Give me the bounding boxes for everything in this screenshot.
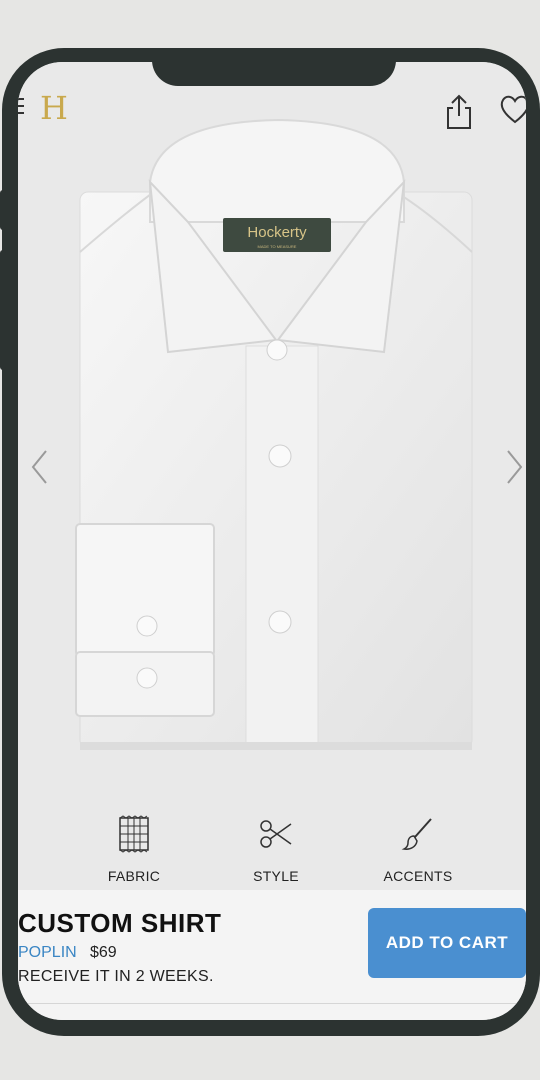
option-fabric[interactable]: FABRIC bbox=[74, 814, 194, 884]
brand-logo[interactable]: H bbox=[40, 92, 68, 124]
add-to-cart-button[interactable]: ADD TO CART bbox=[368, 908, 526, 978]
brand-label-text: Hockerty bbox=[247, 224, 307, 241]
phone-side-button bbox=[0, 190, 6, 230]
fabric-swatch-icon bbox=[119, 815, 149, 853]
brand-label-subtext: MADE TO MEASURE bbox=[258, 244, 297, 249]
phone-notch bbox=[152, 48, 396, 86]
phone-side-button bbox=[0, 250, 6, 370]
brush-icon bbox=[401, 818, 432, 850]
fabric-link[interactable]: POPLIN bbox=[18, 944, 77, 962]
divider bbox=[18, 1003, 526, 1004]
product-price: $69 bbox=[90, 944, 117, 961]
chevron-left-icon[interactable] bbox=[28, 447, 52, 487]
option-style-label: STYLE bbox=[253, 868, 299, 884]
customization-options: FABRIC STYLE ACCENTS bbox=[18, 814, 526, 894]
delivery-estimate: RECEIVE IT IN 2 WEEKS. bbox=[18, 968, 214, 985]
product-summary: CUSTOM SHIRT POPLIN $69 RECEIVE IT IN 2 … bbox=[18, 890, 526, 1020]
share-icon[interactable] bbox=[444, 92, 474, 132]
option-accents-label: ACCENTS bbox=[383, 868, 453, 884]
product-image: Hockerty MADE TO MEASURE bbox=[18, 62, 526, 802]
option-fabric-label: FABRIC bbox=[107, 868, 161, 884]
scissors-icon bbox=[260, 820, 292, 848]
product-title: CUSTOM SHIRT bbox=[18, 908, 222, 938]
app-screen: Hockerty MADE TO MEASURE H FABRIC STYLE … bbox=[18, 62, 526, 1020]
option-style[interactable]: STYLE bbox=[216, 814, 336, 884]
heart-icon[interactable] bbox=[500, 92, 526, 126]
option-accents[interactable]: ACCENTS bbox=[358, 814, 478, 884]
hamburger-icon[interactable] bbox=[18, 98, 24, 118]
chevron-right-icon[interactable] bbox=[502, 447, 526, 487]
